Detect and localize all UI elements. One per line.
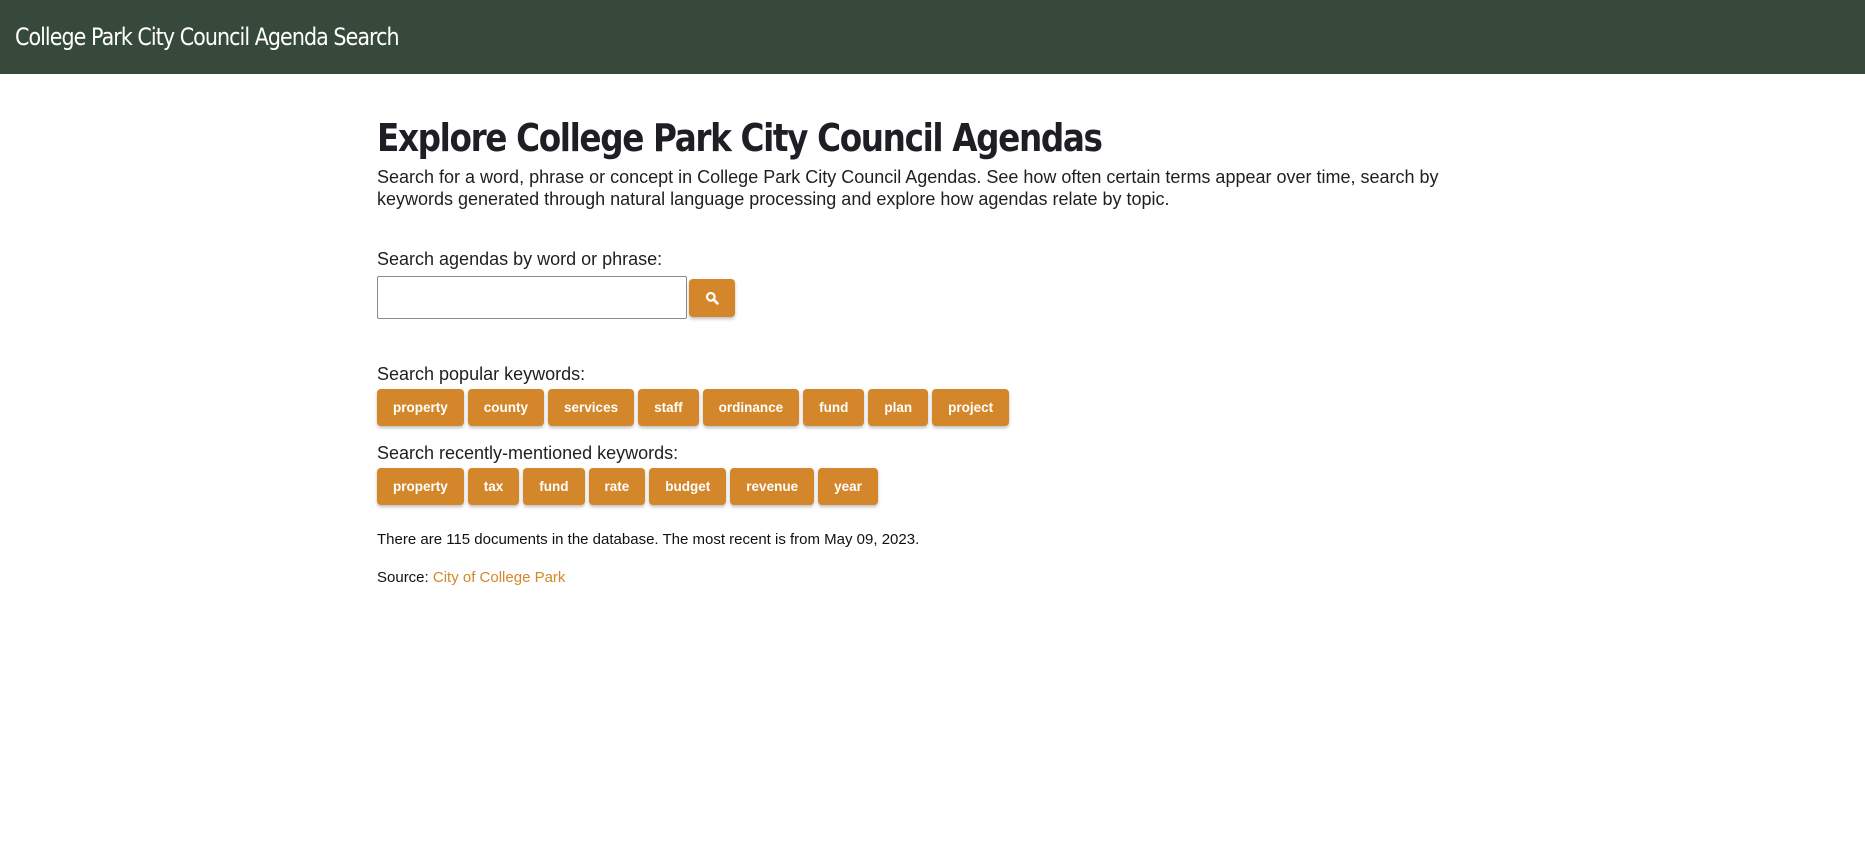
recent-keyword-budget[interactable]: budget (649, 468, 727, 505)
popular-keyword-county[interactable]: county (467, 389, 545, 426)
recent-keyword-year[interactable]: year (818, 468, 878, 505)
app-title[interactable]: College Park City Council Agenda Search (15, 23, 400, 51)
popular-keyword-fund[interactable]: fund (803, 389, 865, 426)
popular-keyword-staff[interactable]: staff (638, 389, 699, 426)
recent-keywords-label: Search recently-mentioned keywords: (377, 443, 679, 463)
recent-keyword-property[interactable]: property (377, 468, 464, 505)
recent-keywords-list: property tax fund rate budget revenue ye… (377, 468, 1497, 505)
search-button[interactable] (689, 278, 735, 317)
popular-keyword-services[interactable]: services (548, 389, 635, 426)
popular-keyword-plan[interactable]: plan (868, 389, 929, 426)
search-label: Search agendas by word or phrase: (377, 249, 663, 269)
main-content: Explore College Park City Council Agenda… (377, 114, 1497, 586)
popular-keyword-project[interactable]: project (932, 389, 1010, 426)
source-prefix: Source: (377, 569, 433, 586)
document-count-text: There are 115 documents in the database.… (377, 531, 920, 548)
search-bar (377, 276, 1497, 319)
search-input[interactable] (377, 276, 687, 319)
recent-keyword-fund[interactable]: fund (523, 468, 585, 505)
search-icon (705, 291, 719, 305)
recent-keyword-revenue[interactable]: revenue (730, 468, 815, 505)
page-title: Explore College Park City Council Agenda… (377, 116, 1103, 160)
popular-keywords-list: property county services staff ordinance… (377, 389, 1497, 426)
top-navbar: College Park City Council Agenda Search (0, 0, 1865, 74)
popular-keyword-property[interactable]: property (377, 389, 464, 426)
recent-keyword-tax[interactable]: tax (467, 468, 520, 505)
recent-keyword-rate[interactable]: rate (588, 468, 646, 505)
source-line: Source: City of College Park (377, 569, 1497, 586)
intro-text: Search for a word, phrase or concept in … (377, 167, 1439, 209)
popular-keyword-ordinance[interactable]: ordinance (702, 389, 800, 426)
source-link[interactable]: City of College Park (433, 569, 566, 586)
popular-keywords-label: Search popular keywords: (377, 364, 586, 384)
